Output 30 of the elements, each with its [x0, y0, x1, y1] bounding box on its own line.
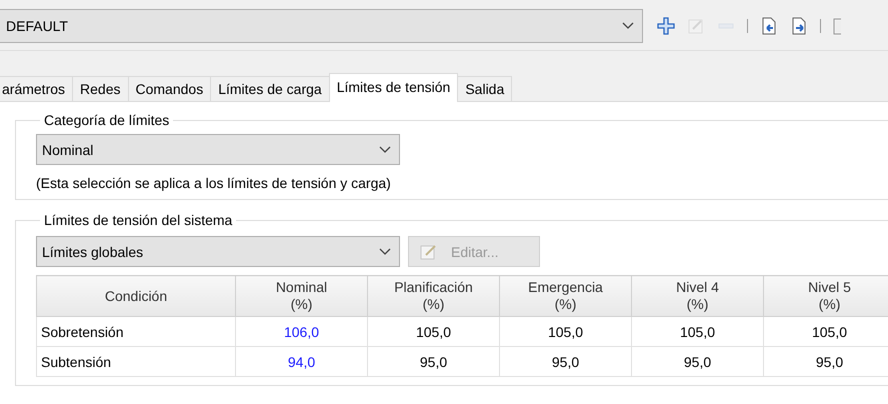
group-title: Categoría de límites: [43, 112, 170, 128]
table-cell: 95,0: [500, 346, 632, 376]
table-cell: 105,0: [500, 316, 632, 346]
column-header[interactable]: Nivel 4 (%): [632, 276, 764, 316]
export-document-icon[interactable]: [790, 17, 808, 35]
plus-icon[interactable]: [657, 17, 675, 35]
table-cell: 94,0: [236, 346, 368, 376]
column-header[interactable]: Emergencia (%): [500, 276, 632, 316]
category-dropdown[interactable]: Nominal: [36, 134, 400, 165]
column-header[interactable]: Planificación (%): [368, 276, 500, 316]
table-cell: 105,0: [368, 316, 500, 346]
tab[interactable]: Salida: [457, 76, 512, 101]
column-header[interactable]: Nivel 5 (%): [764, 276, 888, 316]
import-document-icon[interactable]: [760, 17, 778, 35]
tab[interactable]: Límites de tensión: [328, 73, 458, 102]
chevron-down-icon: [622, 22, 634, 30]
profile-dropdown[interactable]: DEFAULT: [0, 9, 643, 43]
table-cell: 106,0: [236, 316, 368, 346]
note-text: (Esta selección se aplica a los límites de tensión y carga): [36, 175, 392, 191]
table-cell: 95,0: [632, 346, 764, 376]
chevron-down-icon: [379, 146, 391, 154]
table-cell: Sobretensión: [36, 316, 236, 346]
column-header[interactable]: Nominal (%): [236, 276, 368, 316]
table-cell: Subtensión: [36, 346, 236, 376]
limits-dropdown[interactable]: Límites globales: [36, 236, 400, 267]
chevron-down-icon: [379, 248, 391, 256]
group-title: Límites de tensión del sistema: [43, 212, 234, 228]
table-cell: 95,0: [368, 346, 500, 376]
table-cell: 105,0: [632, 316, 764, 346]
column-header[interactable]: Condición: [36, 276, 236, 316]
